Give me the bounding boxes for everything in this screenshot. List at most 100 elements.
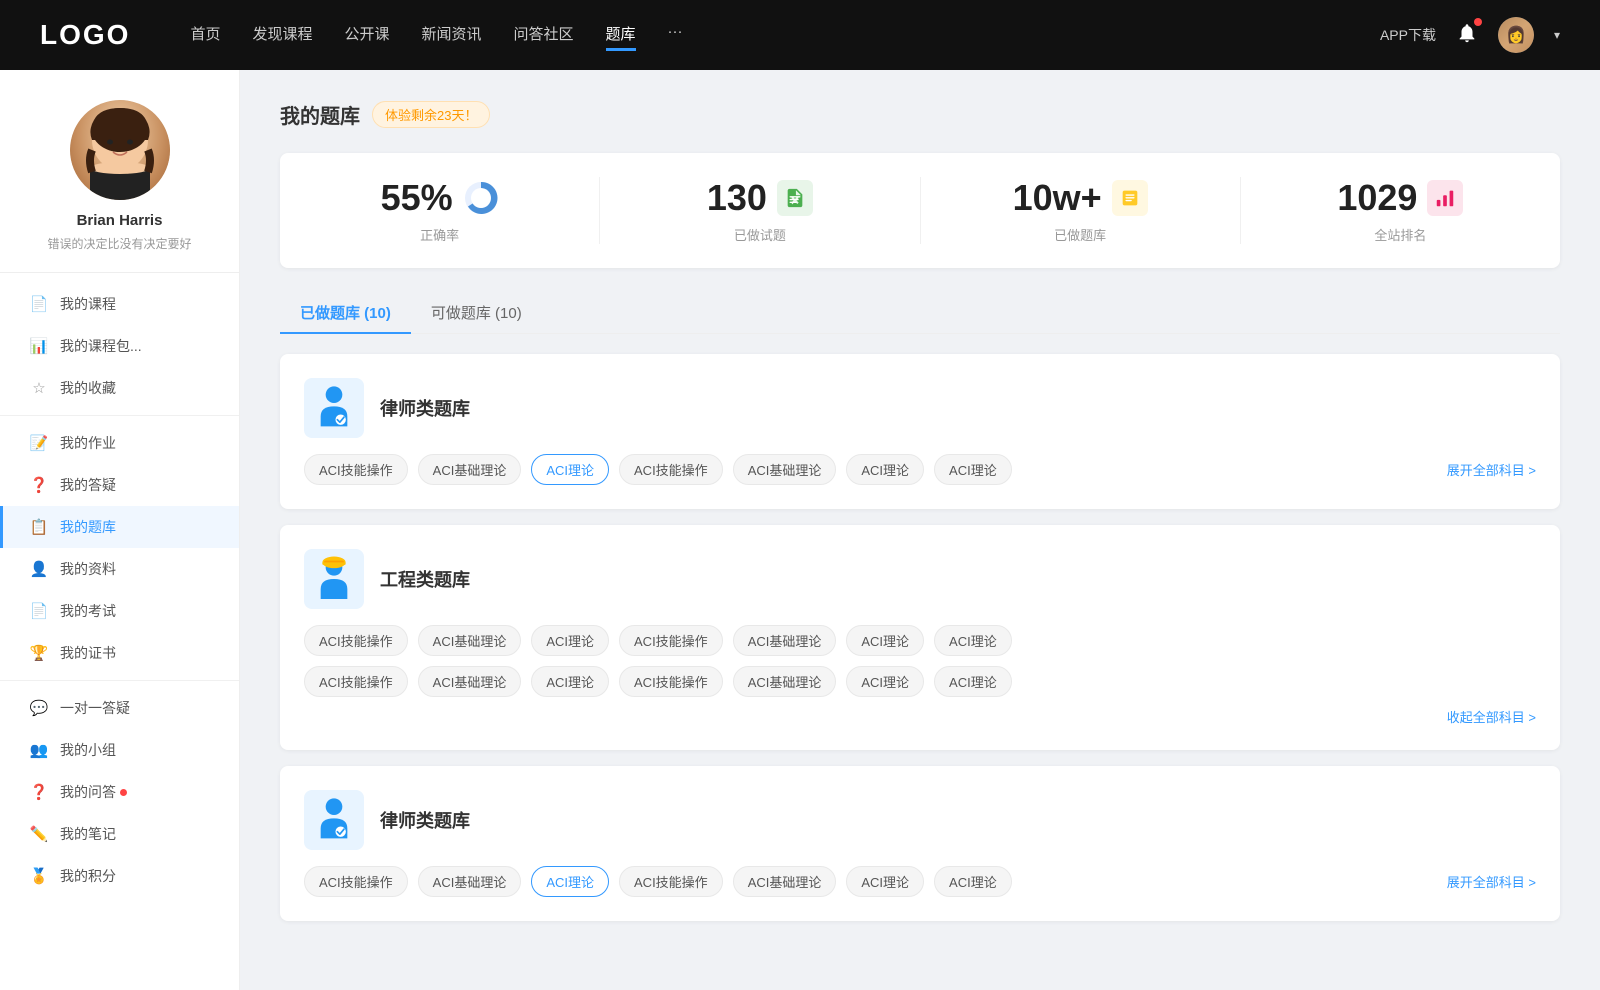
sidebar-item-my-cert[interactable]: 🏆 我的证书	[0, 632, 239, 674]
profile-motto: 错误的决定比没有决定要好	[47, 235, 191, 252]
bank-icon-engineer	[304, 549, 364, 609]
bank-tags-engineer-row1: ACI技能操作 ACI基础理论 ACI理论 ACI技能操作 ACI基础理论 AC…	[304, 625, 1536, 656]
sidebar-label-my-qa: 我的答疑	[60, 475, 116, 495]
nav-open-course[interactable]: 公开课	[344, 19, 389, 51]
lawyer-figure-icon	[309, 383, 359, 433]
nav-home[interactable]: 首页	[190, 19, 220, 51]
eng-tag-r1-3[interactable]: ACI技能操作	[619, 625, 723, 656]
stat-done-questions: 130 已做试题	[600, 177, 920, 244]
law2-tag-1[interactable]: ACI基础理论	[418, 866, 522, 897]
user-avatar-nav[interactable]: 👩	[1498, 17, 1534, 53]
eng-tag-r2-3[interactable]: ACI技能操作	[619, 666, 723, 697]
eng-tag-r2-2[interactable]: ACI理论	[531, 666, 609, 697]
nav-news[interactable]: 新闻资讯	[422, 19, 482, 51]
my-cert-icon: 🏆	[30, 644, 48, 662]
one-on-one-icon: 💬	[30, 699, 48, 717]
nav-discover[interactable]: 发现课程	[252, 19, 312, 51]
tag-6[interactable]: ACI理论	[934, 454, 1012, 485]
law2-tag-3[interactable]: ACI技能操作	[619, 866, 723, 897]
eng-tag-r1-2[interactable]: ACI理论	[531, 625, 609, 656]
collapse-label: 收起全部科目 >	[1447, 707, 1536, 726]
eng-tag-r1-6[interactable]: ACI理论	[934, 625, 1012, 656]
sidebar-item-one-on-one[interactable]: 💬 一对一答疑	[0, 687, 239, 729]
notification-badge	[1474, 18, 1482, 26]
nav-bank[interactable]: 题库	[606, 19, 636, 51]
stat-done-questions-value: 130	[707, 177, 767, 219]
law2-tag-4[interactable]: ACI基础理论	[733, 866, 837, 897]
sidebar-item-my-course-pack[interactable]: 📊 我的课程包...	[0, 325, 239, 367]
bank-card-engineer: 工程类题库 ACI技能操作 ACI基础理论 ACI理论 ACI技能操作 ACI基…	[280, 525, 1560, 750]
nav-qa[interactable]: 问答社区	[514, 19, 574, 51]
sidebar-divider-1	[0, 415, 239, 416]
eng-tag-r2-0[interactable]: ACI技能操作	[304, 666, 408, 697]
tag-4[interactable]: ACI基础理论	[733, 454, 837, 485]
sidebar-item-my-qa[interactable]: ❓ 我的答疑	[0, 464, 239, 506]
profile-name: Brian Harris	[77, 212, 163, 229]
stat-rank: 1029 全站排名	[1241, 177, 1560, 244]
eng-tag-r2-5[interactable]: ACI理论	[846, 666, 924, 697]
app-download-link[interactable]: APP下载	[1380, 25, 1436, 45]
bank-card-header-1: 律师类题库	[304, 378, 1536, 438]
stat-accuracy: 55% 正确率	[280, 177, 600, 244]
bank-card-lawyer-2: 律师类题库 ACI技能操作 ACI基础理论 ACI理论 ACI技能操作 ACI基…	[280, 766, 1560, 921]
my-profile-icon: 👤	[30, 560, 48, 578]
bank-title-engineer: 工程类题库	[380, 566, 470, 592]
tag-2[interactable]: ACI理论	[531, 454, 609, 485]
sidebar-label-my-collection: 我的收藏	[60, 378, 116, 398]
my-qa-icon: ❓	[30, 476, 48, 494]
law2-tag-2[interactable]: ACI理论	[531, 866, 609, 897]
navbar: LOGO 首页 发现课程 公开课 新闻资讯 问答社区 题库 ··· APP下载 …	[0, 0, 1600, 70]
eng-tag-r2-4[interactable]: ACI基础理论	[733, 666, 837, 697]
nav-more[interactable]: ···	[668, 19, 683, 51]
sidebar-label-my-bank: 我的题库	[60, 517, 116, 537]
law2-tag-0[interactable]: ACI技能操作	[304, 866, 408, 897]
eng-tag-r1-5[interactable]: ACI理论	[846, 625, 924, 656]
profile-section: Brian Harris 错误的决定比没有决定要好	[0, 100, 239, 273]
bank-tags-lawyer-2: ACI技能操作 ACI基础理论 ACI理论 ACI技能操作 ACI基础理论 AC…	[304, 866, 1536, 897]
tab-done-banks[interactable]: 已做题库 (10)	[280, 292, 411, 333]
sidebar-item-my-points[interactable]: 🏅 我的积分	[0, 855, 239, 897]
doc-green-icon	[784, 187, 806, 209]
sidebar-item-my-collection[interactable]: ☆ 我的收藏	[0, 367, 239, 409]
tab-available-banks[interactable]: 可做题库 (10)	[411, 292, 542, 333]
eng-tag-r2-6[interactable]: ACI理论	[934, 666, 1012, 697]
sidebar-item-my-group[interactable]: 👥 我的小组	[0, 729, 239, 771]
stat-rank-label: 全站排名	[1374, 225, 1426, 244]
user-menu-chevron[interactable]: ▾	[1554, 28, 1560, 42]
sidebar-menu: 📄 我的课程 📊 我的课程包... ☆ 我的收藏 📝 我的作业 ❓ 我的答疑 �	[0, 273, 239, 907]
my-exam-icon: 📄	[30, 602, 48, 620]
eng-tag-r1-4[interactable]: ACI基础理论	[733, 625, 837, 656]
sidebar-item-my-homework[interactable]: 📝 我的作业	[0, 422, 239, 464]
sidebar-item-my-questions[interactable]: ❓ 我的问答	[0, 771, 239, 813]
eng-tag-r2-1[interactable]: ACI基础理论	[418, 666, 522, 697]
sidebar-item-my-profile[interactable]: 👤 我的资料	[0, 548, 239, 590]
expand-link-1[interactable]: 展开全部科目 >	[1447, 460, 1536, 479]
my-points-icon: 🏅	[30, 867, 48, 885]
my-bank-icon: 📋	[30, 518, 48, 536]
notification-bell[interactable]	[1456, 22, 1478, 49]
law2-tag-6[interactable]: ACI理论	[934, 866, 1012, 897]
tabs-row: 已做题库 (10) 可做题库 (10)	[280, 292, 1560, 334]
eng-tag-r1-0[interactable]: ACI技能操作	[304, 625, 408, 656]
tag-1[interactable]: ACI基础理论	[418, 454, 522, 485]
page-wrapper: Brian Harris 错误的决定比没有决定要好 📄 我的课程 📊 我的课程包…	[0, 70, 1600, 990]
sidebar-item-my-bank[interactable]: 📋 我的题库	[0, 506, 239, 548]
law2-tag-5[interactable]: ACI理论	[846, 866, 924, 897]
eng-tag-r1-1[interactable]: ACI基础理论	[418, 625, 522, 656]
sidebar-item-my-exam[interactable]: 📄 我的考试	[0, 590, 239, 632]
my-notes-icon: ✏️	[30, 825, 48, 843]
tag-5[interactable]: ACI理论	[846, 454, 924, 485]
my-questions-icon: ❓	[30, 783, 48, 801]
collapse-link-engineer[interactable]: 收起全部科目 >	[304, 707, 1536, 726]
tag-0[interactable]: ACI技能操作	[304, 454, 408, 485]
stats-row: 55% 正确率 130	[280, 153, 1560, 268]
stat-accuracy-value: 55%	[381, 177, 453, 219]
expand-link-3[interactable]: 展开全部科目 >	[1447, 872, 1536, 891]
sidebar-label-one-on-one: 一对一答疑	[60, 698, 130, 718]
bank-card-lawyer-1: 律师类题库 ACI技能操作 ACI基础理论 ACI理论 ACI技能操作 ACI基…	[280, 354, 1560, 509]
tag-3[interactable]: ACI技能操作	[619, 454, 723, 485]
main-content: 我的题库 体验剩余23天！ 55% 正确率	[240, 70, 1600, 990]
sidebar-label-my-cert: 我的证书	[60, 643, 116, 663]
sidebar-item-my-notes[interactable]: ✏️ 我的笔记	[0, 813, 239, 855]
sidebar-item-my-course[interactable]: 📄 我的课程	[0, 283, 239, 325]
